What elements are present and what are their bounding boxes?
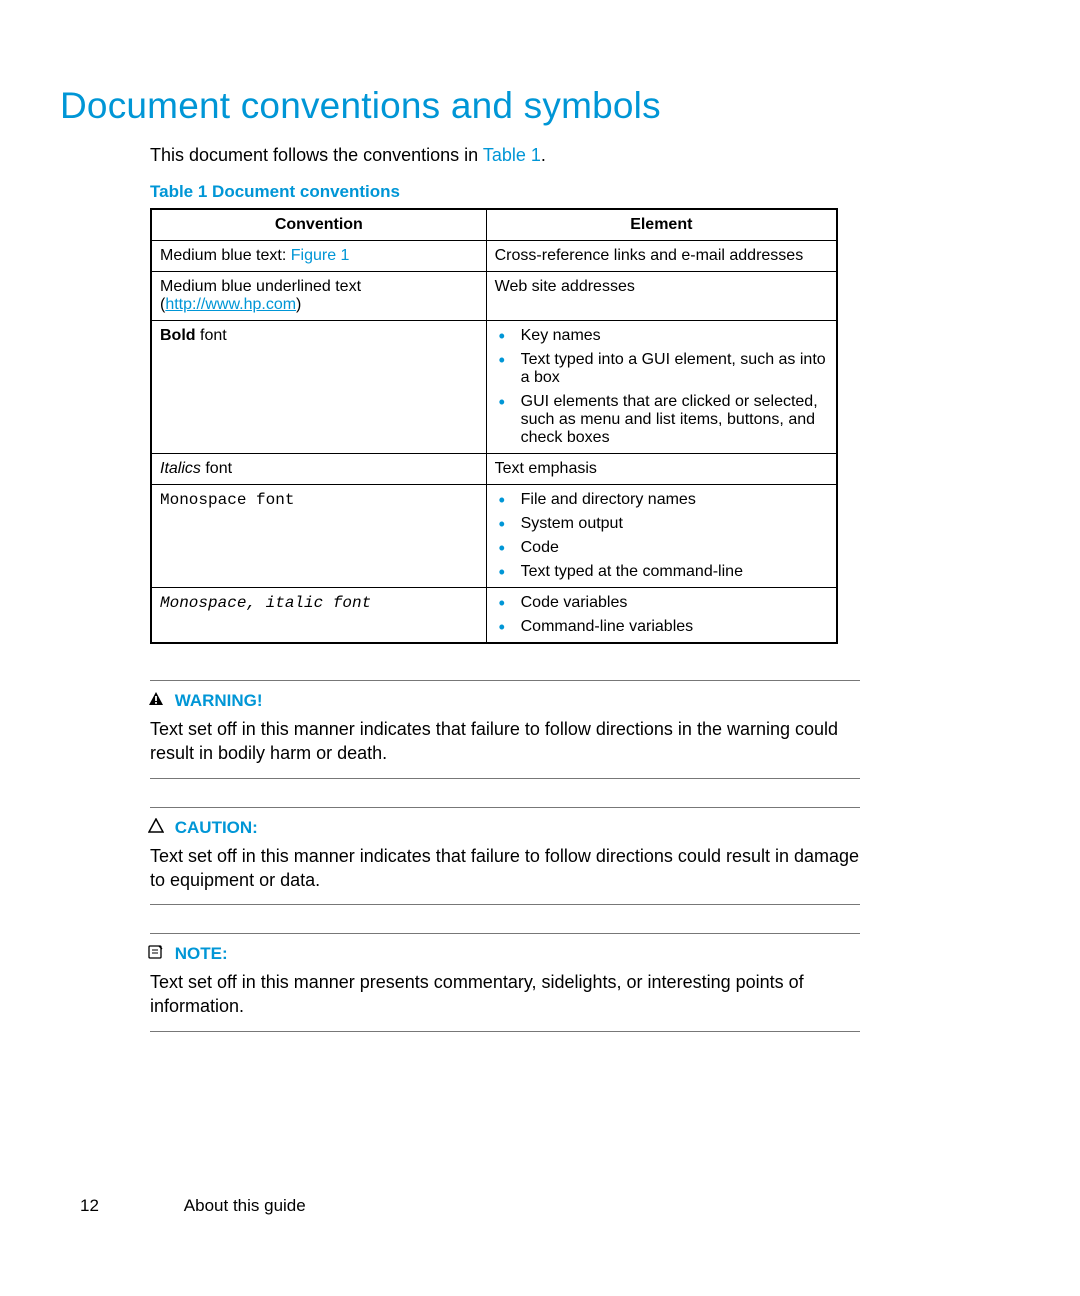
cell-convention: Monospace font [151, 485, 486, 588]
cell-element: Web site addresses [486, 272, 837, 321]
list-item: Code [517, 539, 828, 557]
list-item: Command-line variables [517, 618, 828, 636]
conv-suffix: ) [296, 296, 301, 313]
table-row: Italics font Text emphasis [151, 454, 837, 485]
table-caption: Table 1 Document conventions [150, 182, 1010, 202]
cell-element: File and directory names System output C… [486, 485, 837, 588]
cell-element: Code variables Command-line variables [486, 588, 837, 644]
cell-convention: Medium blue text: Figure 1 [151, 241, 486, 272]
cell-element: Key names Text typed into a GUI element,… [486, 321, 837, 454]
intro-prefix: This document follows the conventions in [150, 145, 483, 165]
cell-convention: Italics font [151, 454, 486, 485]
page-title: Document conventions and symbols [60, 85, 1010, 127]
warning-icon [146, 691, 166, 711]
note-head: NOTE: [175, 944, 228, 963]
note-body: Text set off in this manner presents com… [150, 970, 860, 1019]
conv-bold: Bold [160, 327, 196, 344]
warning-body: Text set off in this manner indicates th… [150, 717, 860, 766]
cell-convention: Bold font [151, 321, 486, 454]
list-item: Key names [517, 327, 828, 345]
list-item: File and directory names [517, 491, 828, 509]
note-callout: NOTE: Text set off in this manner presen… [150, 933, 860, 1032]
table-row: Monospace font File and directory names … [151, 485, 837, 588]
page-footer: 12 About this guide [80, 1196, 306, 1216]
caution-body: Text set off in this manner indicates th… [150, 844, 860, 893]
cell-convention: Monospace, italic font [151, 588, 486, 644]
section-title: About this guide [184, 1196, 306, 1215]
intro-suffix: . [541, 145, 546, 165]
conventions-table: Convention Element Medium blue text: Fig… [150, 208, 838, 644]
page-number: 12 [80, 1196, 180, 1216]
table-row: Bold font Key names Text typed into a GU… [151, 321, 837, 454]
table-header-row: Convention Element [151, 209, 837, 241]
caution-icon [146, 818, 166, 838]
table-row: Medium blue underlined text (http://www.… [151, 272, 837, 321]
conv-link[interactable]: Figure 1 [291, 247, 350, 264]
note-icon [146, 944, 166, 964]
list-item: GUI elements that are clicked or selecte… [517, 393, 828, 447]
list-item: Text typed into a GUI element, such as i… [517, 351, 828, 387]
caution-head: CAUTION: [175, 818, 258, 837]
table-row: Medium blue text: Figure 1 Cross-referen… [151, 241, 837, 272]
conv-suffix: font [196, 327, 227, 344]
warning-head: WARNING! [175, 691, 263, 710]
caution-callout: CAUTION: Text set off in this manner ind… [150, 807, 860, 906]
list-item: System output [517, 515, 828, 533]
list-item: Code variables [517, 594, 828, 612]
intro-link[interactable]: Table 1 [483, 145, 541, 165]
header-element: Element [486, 209, 837, 241]
cell-convention: Medium blue underlined text (http://www.… [151, 272, 486, 321]
cell-element: Text emphasis [486, 454, 837, 485]
header-convention: Convention [151, 209, 486, 241]
conv-prefix: Medium blue text: [160, 247, 291, 264]
cell-element: Cross-reference links and e-mail address… [486, 241, 837, 272]
list-item: Text typed at the command-line [517, 563, 828, 581]
conv-link[interactable]: http://www.hp.com [165, 296, 296, 313]
conv-suffix: font [201, 460, 232, 477]
warning-callout: WARNING! Text set off in this manner ind… [150, 680, 860, 779]
conv-italic: Italics [160, 460, 201, 477]
intro-text: This document follows the conventions in… [150, 145, 1010, 166]
table-row: Monospace, italic font Code variables Co… [151, 588, 837, 644]
